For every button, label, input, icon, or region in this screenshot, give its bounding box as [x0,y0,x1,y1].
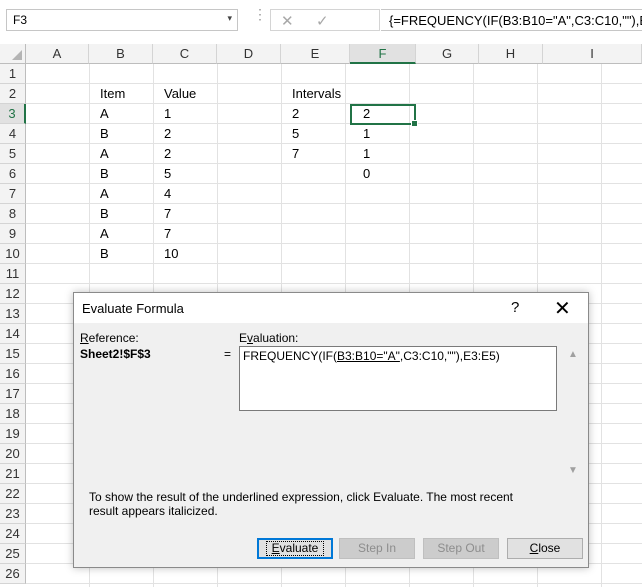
cell-item[interactable]: B [89,124,109,144]
row-header-3[interactable]: 3 [0,104,26,124]
scroll-down-icon[interactable]: ▼ [568,465,578,476]
formula-buttons: ✕ ✓ fx [270,9,634,31]
row-header-19[interactable]: 19 [0,424,26,444]
chevron-down-icon[interactable]: ▾ [227,13,232,24]
scroll-up-icon[interactable]: ▲ [568,349,578,360]
cell-interval[interactable]: 2 [281,104,299,124]
help-button[interactable]: ? [511,299,519,316]
select-all-button[interactable] [0,44,26,64]
row-header-13[interactable]: 13 [0,304,26,324]
cell-interval[interactable]: 7 [281,144,299,164]
row-header-12[interactable]: 12 [0,284,26,304]
check-icon[interactable]: ✓ [316,12,329,30]
evaluation-label: Evaluation: [239,331,299,345]
drag-handle-icon[interactable]: ⋮ [253,7,267,21]
cell-item[interactable]: B [89,164,109,184]
row-header-2[interactable]: 2 [0,84,26,104]
row-header-15[interactable]: 15 [0,344,26,364]
row-header-23[interactable]: 23 [0,504,26,524]
step-in-button[interactable]: Step In [339,538,415,559]
evaluate-formula-dialog: Evaluate Formula ? ✕ Reference: Evaluati… [73,292,589,568]
cell-value[interactable]: 2 [153,144,171,164]
row-header-25[interactable]: 25 [0,544,26,564]
row-header-8[interactable]: 8 [0,204,26,224]
column-header-d[interactable]: D [217,44,281,64]
row-header-6[interactable]: 6 [0,164,26,184]
cancel-icon[interactable]: ✕ [281,12,294,30]
row-header-18[interactable]: 18 [0,404,26,424]
cell-header-intervals[interactable]: Intervals [281,84,341,104]
cell-value[interactable]: 10 [153,244,178,264]
row-header-11[interactable]: 11 [0,264,26,284]
column-header-a[interactable]: A [26,44,89,64]
cell-frequency[interactable]: 0 [352,164,370,184]
cell-header-item[interactable]: Item [89,84,125,104]
cell-item[interactable]: B [89,204,109,224]
cell-value[interactable]: 7 [153,224,171,244]
cell-item[interactable]: A [89,184,109,204]
column-header-b[interactable]: B [89,44,153,64]
cell-value[interactable]: 1 [153,104,171,124]
column-header-f[interactable]: F [350,44,416,64]
cell-frequency[interactable]: 1 [352,144,370,164]
evaluation-box[interactable]: FREQUENCY(IF(B3:B10="A",C3:C10,""),E3:E5… [239,346,557,411]
formula-text: {=FREQUENCY(IF(B3:B10="A",C3:C10,""),E3:… [389,13,642,28]
column-header-e[interactable]: E [281,44,350,64]
close-icon[interactable]: ✕ [554,296,571,321]
hint-text: To show the result of the underlined exp… [89,490,514,518]
row-header-9[interactable]: 9 [0,224,26,244]
cell-frequency[interactable]: 1 [352,124,370,144]
column-header-i[interactable]: I [543,44,642,64]
row-header-16[interactable]: 16 [0,364,26,384]
cell-value[interactable]: 2 [153,124,171,144]
formula-bar: F3 ▾ ⋮ ✕ ✓ fx {=FREQUENCY(IF(B3:B10="A",… [0,0,642,40]
row-header-4[interactable]: 4 [0,124,26,144]
row-header-24[interactable]: 24 [0,524,26,544]
name-box-value: F3 [13,13,28,27]
row-header-14[interactable]: 14 [0,324,26,344]
step-out-button[interactable]: Step Out [423,538,499,559]
evaluation-text: FREQUENCY(IF(B3:B10="A",C3:C10,""),E3:E5… [243,349,500,363]
cell-header-value[interactable]: Value [153,84,196,104]
column-header-h[interactable]: H [479,44,543,64]
row-header-20[interactable]: 20 [0,444,26,464]
dialog-title-bar: Evaluate Formula ? ✕ [74,293,588,323]
dialog-title: Evaluate Formula [82,301,184,316]
cell-item[interactable]: A [89,144,109,164]
cell-item[interactable]: A [89,104,109,124]
column-header-c[interactable]: C [153,44,217,64]
underlined-expression: B3:B10="A" [337,349,400,363]
row-header-17[interactable]: 17 [0,384,26,404]
column-header-g[interactable]: G [416,44,479,64]
row-header-7[interactable]: 7 [0,184,26,204]
row-header-5[interactable]: 5 [0,144,26,164]
formula-input[interactable]: {=FREQUENCY(IF(B3:B10="A",C3:C10,""),E3:… [381,9,642,31]
row-header-1[interactable]: 1 [0,64,26,84]
row-header-22[interactable]: 22 [0,484,26,504]
cell-value[interactable]: 4 [153,184,171,204]
row-header-10[interactable]: 10 [0,244,26,264]
row-header-26[interactable]: 26 [0,564,26,584]
reference-value: Sheet2!$F$3 [80,347,151,361]
cell-item[interactable]: B [89,244,109,264]
reference-label: Reference: [80,331,139,345]
active-cell-border [350,104,418,127]
cell-item[interactable]: A [89,224,109,244]
close-button[interactable]: Close [507,538,583,559]
row-header-21[interactable]: 21 [0,464,26,484]
evaluate-button[interactable]: Evaluate [257,538,333,559]
cell-value[interactable]: 7 [153,204,171,224]
equals-sign: = [224,347,232,361]
cell-interval[interactable]: 5 [281,124,299,144]
cell-value[interactable]: 5 [153,164,171,184]
name-box[interactable]: F3 ▾ [6,9,238,31]
